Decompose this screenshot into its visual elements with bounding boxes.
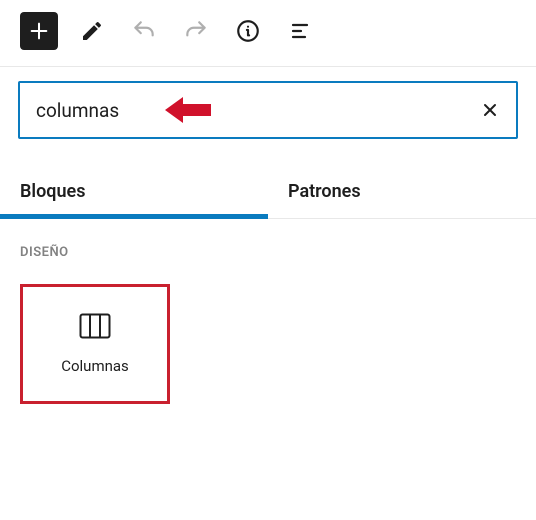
block-columns[interactable]: Columnas xyxy=(20,284,170,404)
redo-button[interactable] xyxy=(178,13,214,49)
clear-search-button[interactable] xyxy=(480,100,500,120)
add-block-button[interactable] xyxy=(20,12,58,50)
search-input[interactable] xyxy=(36,99,480,122)
section-design-label: DISEÑO xyxy=(0,219,536,260)
editor-toolbar xyxy=(0,0,536,67)
plus-icon xyxy=(28,20,50,42)
info-icon xyxy=(235,18,261,44)
search-box xyxy=(18,81,518,139)
outline-button[interactable] xyxy=(282,13,318,49)
undo-button[interactable] xyxy=(126,13,162,49)
info-button[interactable] xyxy=(230,13,266,49)
search-container xyxy=(0,67,536,139)
undo-icon xyxy=(131,18,157,44)
tab-patterns[interactable]: Patrones xyxy=(268,167,536,218)
columns-icon xyxy=(79,313,111,339)
tab-blocks[interactable]: Bloques xyxy=(0,167,268,218)
blocks-grid: Columnas xyxy=(0,260,536,428)
outline-icon xyxy=(288,19,312,43)
block-columns-label: Columnas xyxy=(61,357,129,375)
pencil-icon xyxy=(80,19,104,43)
inserter-tabs: Bloques Patrones xyxy=(0,167,536,219)
edit-button[interactable] xyxy=(74,13,110,49)
redo-icon xyxy=(183,18,209,44)
close-icon xyxy=(480,100,500,120)
